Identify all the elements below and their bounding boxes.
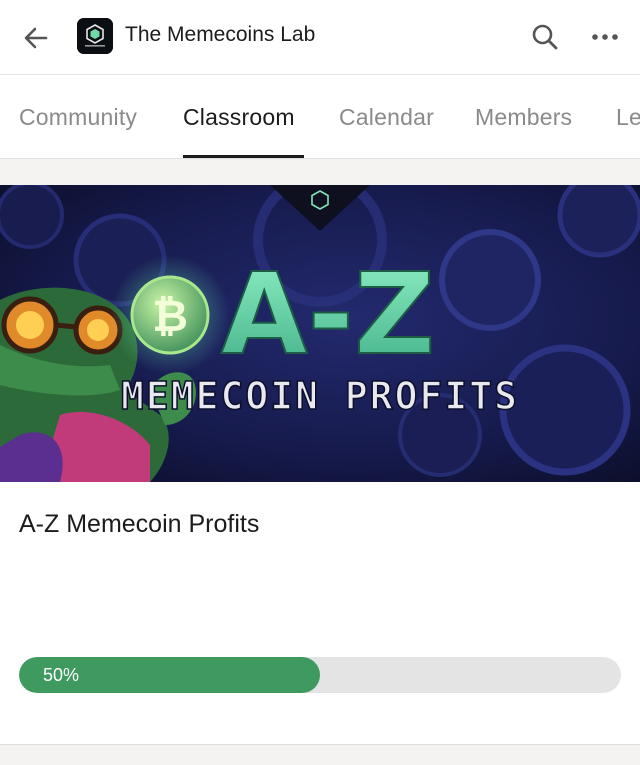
search-icon [532,24,558,50]
app-bar: The Memecoins Lab [0,0,640,75]
arrow-left-icon [24,27,48,49]
memecoins-lab-logo [77,18,113,54]
back-button[interactable] [18,20,54,56]
tab-calendar[interactable]: Calendar [339,75,434,158]
course-title: A-Z Memecoin Profits [19,510,260,538]
tab-leaderboards[interactable]: Le [616,75,640,158]
course-card[interactable]: ₿ A-Z MEMECOIN PROFITS A-Z Memecoin Prof… [0,185,640,745]
banner-subheadline: MEMECOIN PROFITS [121,374,519,418]
course-banner[interactable]: ₿ A-Z MEMECOIN PROFITS [0,185,640,482]
course-banner-art: ₿ A-Z MEMECOIN PROFITS [0,185,640,482]
community-title: The Memecoins Lab [125,23,316,46]
bitcoin-icon: ₿ [152,292,188,341]
search-button[interactable] [526,18,564,56]
tab-bar: Community Classroom Calendar Members Le [0,75,640,159]
active-tab-indicator [183,155,304,158]
tab-community[interactable]: Community [19,75,137,158]
tab-members[interactable]: Members [475,75,572,158]
tab-classroom[interactable]: Classroom [183,75,295,158]
course-progress-bar: 50% [19,657,621,693]
course-progress-label: 50% [43,664,80,685]
more-horizontal-icon [592,34,618,40]
banner-headline: A-Z [221,250,435,380]
more-options-button[interactable] [586,18,624,56]
community-logo[interactable] [77,18,113,54]
